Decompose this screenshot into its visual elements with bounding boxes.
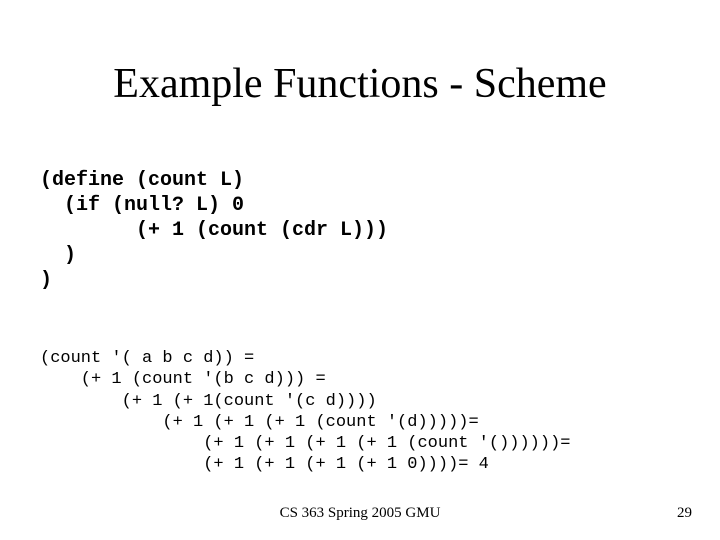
page-title: Example Functions - Scheme <box>0 60 720 108</box>
footer-course: CS 363 Spring 2005 GMU <box>0 505 720 522</box>
evaluation-trace: (count '( a b c d)) = (+ 1 (count '(b c … <box>40 348 700 476</box>
code-definition: (define (count L) (if (null? L) 0 (+ 1 (… <box>40 168 680 293</box>
footer-page-number: 29 <box>677 505 692 522</box>
slide: Example Functions - Scheme (define (coun… <box>0 0 720 540</box>
